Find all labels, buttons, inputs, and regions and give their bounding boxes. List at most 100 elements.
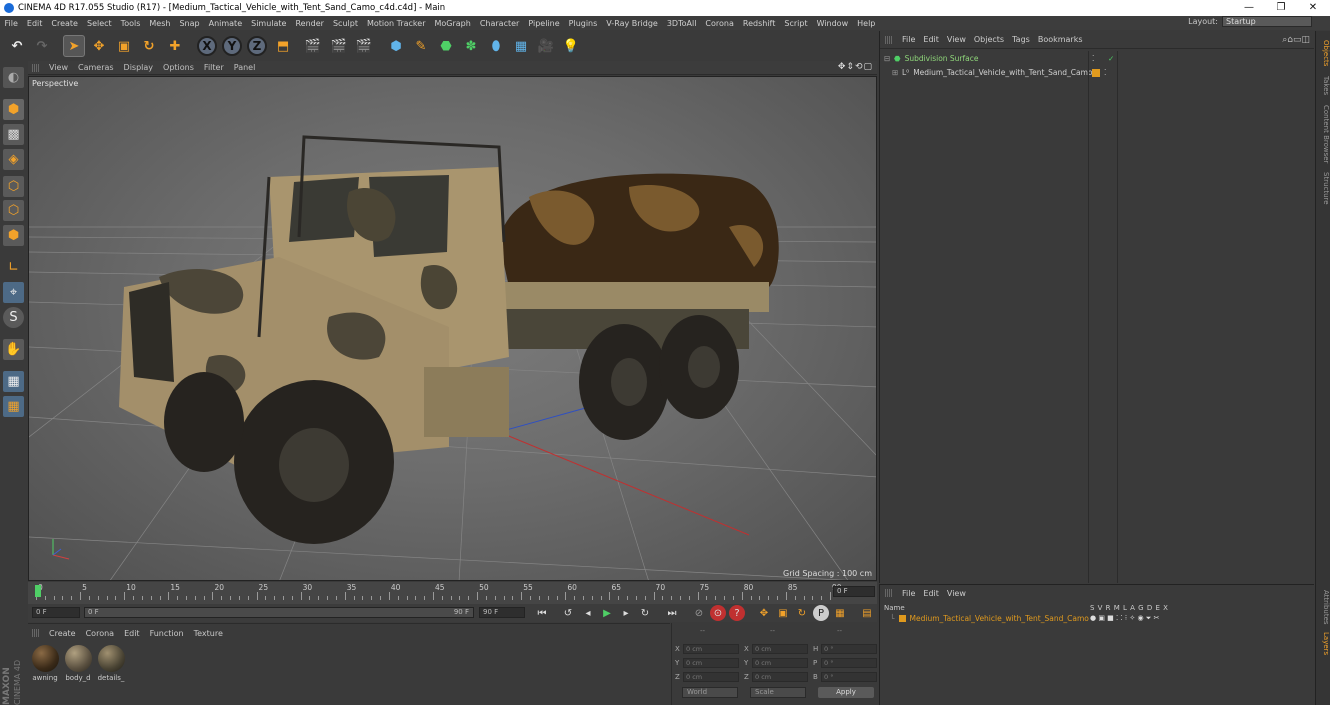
tree-expand-icon[interactable]: ⊞ [892,68,902,77]
size-x-field[interactable]: 0 cm [752,643,808,654]
select-tool-icon[interactable]: ➤ [63,35,85,57]
object-row-subdivision[interactable]: ⊟ ⬣ Subdivision Surface ⁚ ✓ [880,52,1315,65]
menu-animate[interactable]: Animate [204,19,247,28]
redo-icon[interactable]: ↷ [31,35,53,57]
spline-pen-icon[interactable]: ✎ [410,35,432,57]
menu-3dtoall[interactable]: 3DToAll [662,19,701,28]
texture-mode-icon[interactable]: ▩ [3,124,24,145]
close-button[interactable]: ✕ [1298,0,1328,16]
material-awning[interactable]: awning [30,645,60,682]
layer-menu-view[interactable]: View [943,589,970,598]
autokey-icon[interactable]: ⊙ [710,605,726,621]
viewport-menu-display[interactable]: Display [119,63,159,72]
menu-motion-tracker[interactable]: Motion Tracker [362,19,430,28]
tree-expand-icon[interactable]: ⊟ [884,54,894,63]
rotate-tool-icon[interactable]: ↻ [138,35,160,57]
next-key-icon[interactable]: ↻ [637,605,653,621]
viewport-menu-panel[interactable]: Panel [229,63,261,72]
menu-window[interactable]: Window [812,19,853,28]
object-menu-bookmarks[interactable]: Bookmarks [1034,35,1087,44]
menu-sculpt[interactable]: Sculpt [328,19,362,28]
planar-workplane-icon[interactable]: ▦ [3,396,24,417]
material-body[interactable]: body_d [63,645,93,682]
object-menu-edit[interactable]: Edit [919,35,943,44]
material-menu-edit[interactable]: Edit [119,629,145,638]
y-axis-lock-button[interactable]: Y [222,36,242,56]
object-menu-view[interactable]: View [943,35,970,44]
play-icon[interactable]: ▶ [599,605,615,621]
layer-menu-edit[interactable]: Edit [919,589,943,598]
edges-mode-icon[interactable]: ⬡ [3,200,24,221]
record-keys-icon[interactable]: ⊘ [691,605,707,621]
undo-icon[interactable]: ↶ [6,35,28,57]
menu-corona[interactable]: Corona [701,19,738,28]
menu-select[interactable]: Select [82,19,116,28]
size-y-field[interactable]: 0 cm [752,657,808,668]
timeline-ruler[interactable]: 051015202530354045505560657075808590 0 F [28,582,877,604]
tab-objects[interactable]: Objects [1317,37,1330,69]
size-z-field[interactable]: 0 cm [752,671,808,682]
playhead-marker[interactable] [35,585,41,597]
tab-takes[interactable]: Takes [1317,73,1330,99]
viewport-menu-filter[interactable]: Filter [199,63,229,72]
tab-attributes[interactable]: Attributes [1317,587,1330,627]
position-y-field[interactable]: 0 cm [683,657,739,668]
minimize-button[interactable]: — [1234,0,1264,16]
menu-plugins[interactable]: Plugins [564,19,602,28]
column-divider[interactable] [1117,51,1118,583]
camera-icon[interactable]: 🎥 [535,35,557,57]
subdivision-generator-icon[interactable]: ⬣ [435,35,457,57]
object-menu-tags[interactable]: Tags [1008,35,1034,44]
render-picture-viewer-icon[interactable]: 🎬 [328,35,350,57]
menu-file[interactable]: File [0,19,22,28]
add-tool-icon[interactable]: ✚ [164,35,186,57]
material-details[interactable]: details_ [96,645,126,682]
x-axis-lock-button[interactable]: X [197,36,217,56]
material-grip-icon[interactable] [32,629,40,637]
light-bulb-icon[interactable]: 💡 [560,35,582,57]
workplane-mode-icon[interactable]: ◈ [3,149,24,170]
restore-button[interactable]: ❐ [1266,0,1296,16]
key-rotation-icon[interactable]: ↻ [794,605,810,621]
menu-redshift[interactable]: Redshift [738,19,779,28]
move-tool-icon[interactable]: ✥ [88,35,110,57]
menu-mograph[interactable]: MoGraph [430,19,475,28]
enabled-check-icon[interactable]: ✓ [1108,54,1114,63]
viewport-menu-options[interactable]: Options [158,63,199,72]
coordinate-space-dropdown[interactable]: World [682,687,738,698]
tweak-mode-icon[interactable]: ⌖ [3,282,24,303]
end-frame-field[interactable]: 90 F [479,607,525,618]
axis-mode-icon[interactable]: ∟ [3,257,24,278]
previous-key-icon[interactable]: ↺ [560,605,576,621]
rotation-h-field[interactable]: 0 ° [821,643,877,654]
layer-grip-icon[interactable] [885,589,893,597]
viewport-menu-cameras[interactable]: Cameras [73,63,119,72]
points-mode-icon[interactable]: ⬡ [3,176,24,197]
render-settings-icon[interactable]: 🎬 [353,35,375,57]
deformer-icon[interactable]: ⬮ [485,35,507,57]
menu-render[interactable]: Render [291,19,328,28]
layer-flag-icons[interactable]: ● ▣ ■ ⁚ ⁚ ⁝ ✧ ◉ ⏷ ✂ [1090,614,1159,623]
start-frame-field[interactable]: 0 F [32,607,80,618]
current-frame-field[interactable]: 0 F [833,586,875,597]
layer-color-swatch[interactable] [1092,68,1100,77]
timeline-window-icon[interactable]: ▤ [859,605,875,621]
frame-range-slider[interactable]: 0 F 90 F [84,607,474,618]
menu-character[interactable]: Character [475,19,524,28]
menu-simulate[interactable]: Simulate [247,19,291,28]
lock-workplane-icon[interactable]: ▦ [3,371,24,392]
object-row-vehicle[interactable]: ⊞ L⁰ Medium_Tactical_Vehicle_with_Tent_S… [880,66,1315,79]
tab-structure[interactable]: Structure [1317,169,1330,207]
material-menu-texture[interactable]: Texture [189,629,228,638]
polygons-mode-icon[interactable]: ⬢ [3,225,24,246]
menu-snap[interactable]: Snap [175,19,204,28]
soft-selection-icon[interactable]: ✋ [3,339,24,360]
key-parameter-icon[interactable]: P [813,605,829,621]
viewport-navigation-icons[interactable]: ✥⇕⟲▢ [838,62,873,72]
model-mode-icon[interactable]: ⬢ [3,99,24,120]
position-z-field[interactable]: 0 cm [683,671,739,682]
column-divider[interactable] [1088,51,1089,583]
visibility-dots-icon[interactable]: ⁚ [1092,54,1094,63]
make-editable-icon[interactable]: ◐ [3,67,24,88]
go-to-end-icon[interactable]: ⏭ [664,605,680,621]
